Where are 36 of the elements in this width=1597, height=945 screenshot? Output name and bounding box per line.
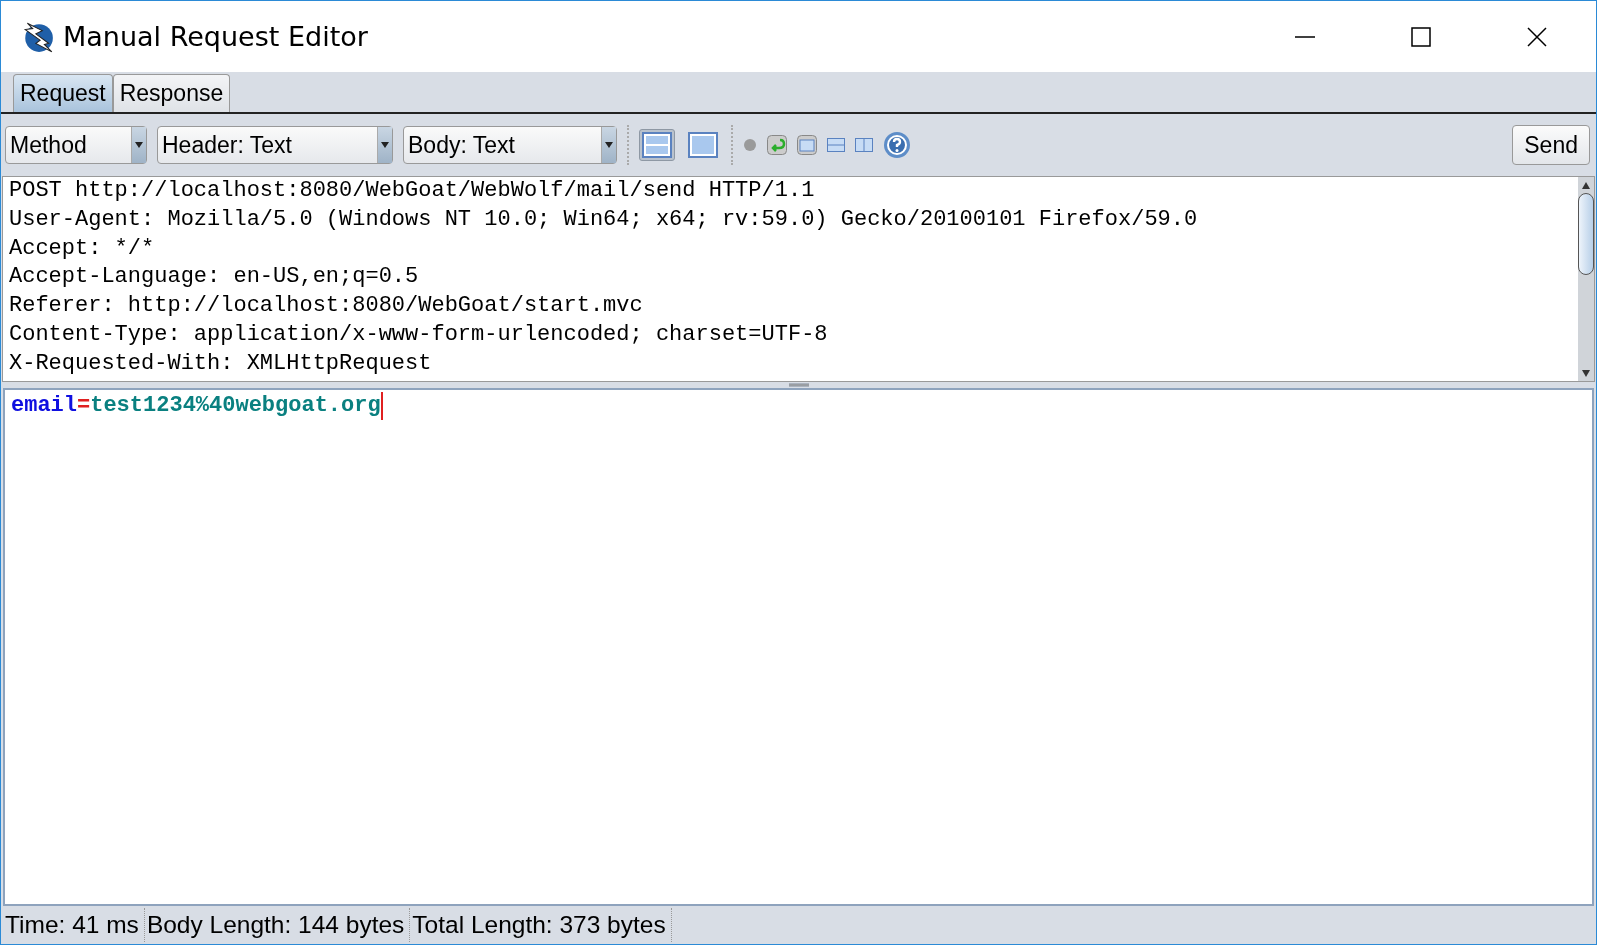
single-layout-button[interactable]	[685, 129, 721, 161]
status-text: Time: 41 ms	[3, 908, 145, 942]
window-title: Manual Request Editor	[63, 21, 368, 52]
header-text-area[interactable]	[2, 176, 1595, 382]
header-line: Accept: */*	[9, 234, 156, 263]
header-line: Content-Type: application/x-www-form-urlencoded; charset=UTF-8	[9, 321, 829, 349]
status-text: Body Length: 144 bytes	[144, 908, 411, 942]
splitter-grip-icon[interactable]	[788, 383, 809, 387]
header-line: Referer: http://localhost:8080/WebGoat/start.mvc	[9, 292, 644, 321]
header-line: Accept-Language: en-US,en;q=0.5	[9, 263, 420, 292]
text-caret	[380, 392, 383, 420]
dropdown[interactable]: Header: Text	[157, 126, 393, 164]
horizontal-split-icon[interactable]	[827, 138, 845, 152]
dropdown-arrow-icon	[381, 142, 389, 148]
status-text: Total Length: 373 bytes	[410, 908, 672, 942]
scroll-up-icon[interactable]	[1582, 181, 1590, 189]
dropdown-arrow-icon	[605, 142, 613, 148]
scrollbar[interactable]	[1578, 177, 1594, 381]
body-text: email=test1234%40webgoat.org	[11, 392, 381, 420]
dropdown-arrow-icon	[135, 142, 143, 148]
maximize-icon[interactable]	[1410, 25, 1432, 48]
header-line: POST http://localhost:8080/WebGoat/WebWolf/mail/send HTTP/1.1	[9, 177, 816, 205]
tab[interactable]: Response	[112, 74, 231, 112]
scroll-down-icon[interactable]	[1582, 369, 1590, 377]
dropdown[interactable]: Method	[5, 126, 147, 164]
tab[interactable]: Request	[13, 74, 113, 112]
header-line: X-Requested-With: XMLHttpRequest	[9, 349, 433, 378]
split-layout-button[interactable]	[639, 129, 675, 161]
dropdown[interactable]: Body: Text	[403, 126, 617, 164]
body-text-area[interactable]: email=test1234%40webgoat.org	[3, 388, 1594, 906]
window-icon[interactable]	[797, 135, 817, 155]
close-icon[interactable]	[1526, 25, 1548, 48]
header-line: User-Agent: Mozilla/5.0 (Windows NT 10.0; Win64; x64; rv:59.0) Gecko/20100101 Firefox/59.0	[9, 205, 1199, 234]
vertical-split-icon[interactable]	[855, 138, 873, 152]
help-icon[interactable]	[883, 131, 911, 159]
send-button[interactable]: Send	[1512, 125, 1590, 165]
